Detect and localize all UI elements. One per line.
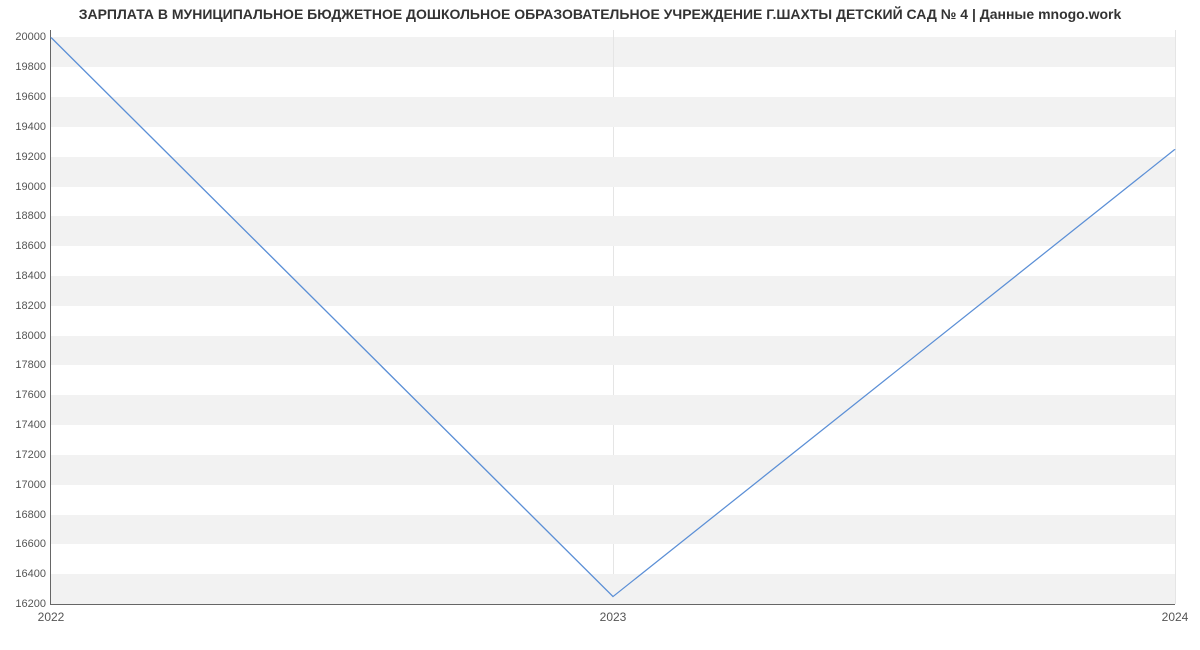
chart-title: ЗАРПЛАТА В МУНИЦИПАЛЬНОЕ БЮДЖЕТНОЕ ДОШКО… — [0, 6, 1200, 22]
y-tick-label: 18000 — [6, 330, 46, 342]
y-tick-label: 16200 — [6, 598, 46, 610]
y-tick-label: 17000 — [6, 479, 46, 491]
x-tick-label: 2023 — [600, 610, 627, 624]
y-tick-label: 17400 — [6, 419, 46, 431]
x-tick-label: 2024 — [1162, 610, 1189, 624]
line-series — [51, 30, 1175, 604]
y-tick-label: 19200 — [6, 151, 46, 163]
y-tick-label: 18200 — [6, 300, 46, 312]
grid-vline — [1175, 30, 1176, 604]
y-tick-label: 18800 — [6, 210, 46, 222]
chart-plot-area: 1620016400166001680017000172001740017600… — [50, 30, 1175, 605]
y-tick-label: 18400 — [6, 270, 46, 282]
y-tick-label: 19000 — [6, 181, 46, 193]
y-tick-label: 18600 — [6, 240, 46, 252]
y-tick-label: 20000 — [6, 31, 46, 43]
y-tick-label: 19600 — [6, 91, 46, 103]
y-tick-label: 17200 — [6, 449, 46, 461]
y-tick-label: 16400 — [6, 568, 46, 580]
y-tick-label: 16600 — [6, 538, 46, 550]
y-tick-label: 16800 — [6, 509, 46, 521]
x-tick-label: 2022 — [38, 610, 65, 624]
y-tick-label: 17600 — [6, 389, 46, 401]
y-tick-label: 19800 — [6, 61, 46, 73]
y-tick-label: 19400 — [6, 121, 46, 133]
y-tick-label: 17800 — [6, 359, 46, 371]
